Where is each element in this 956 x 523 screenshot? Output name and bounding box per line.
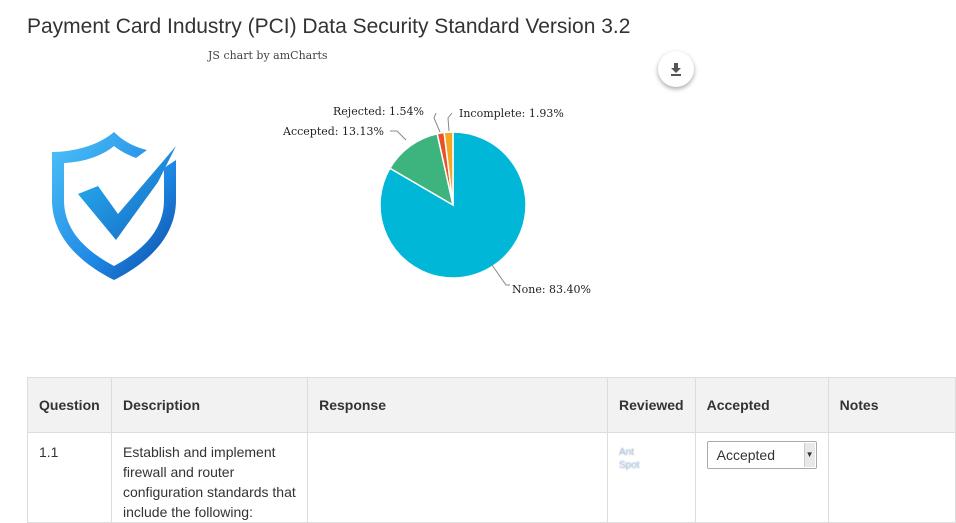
col-accepted: Accepted	[694, 377, 829, 433]
col-notes: Notes	[827, 377, 956, 433]
cell-response[interactable]	[307, 432, 609, 523]
label-rejected: Rejected: 1.54%	[333, 105, 424, 118]
label-accepted: Accepted: 13.13%	[282, 125, 384, 138]
page-title: Payment Card Industry (PCI) Data Securit…	[27, 15, 631, 38]
download-icon	[671, 63, 681, 76]
chart-credit-link[interactable]: JS chart by amCharts	[208, 49, 328, 62]
cell-description: Establish and implement firewall and rou…	[110, 432, 309, 523]
col-question: Question	[27, 377, 112, 433]
shield-check-icon	[52, 132, 176, 280]
cell-accepted: Accepted ▼	[694, 432, 829, 523]
cell-question: 1.1	[27, 432, 112, 523]
accepted-select[interactable]: Accepted ▼	[706, 441, 817, 469]
pie-chart: Rejected: 1.54% Incomplete: 1.93% Accept…	[270, 95, 630, 320]
pie-chart-svg: Rejected: 1.54% Incomplete: 1.93% Accept…	[282, 105, 591, 296]
col-reviewed: Reviewed	[607, 377, 696, 433]
col-response: Response	[307, 377, 609, 433]
cell-reviewed: Ant Spot	[607, 432, 696, 523]
label-none: None: 83.40%	[512, 283, 591, 296]
shield-logo	[48, 130, 178, 287]
requirements-table: Question Description Response Reviewed A…	[27, 377, 956, 523]
chevron-down-icon[interactable]: ▼	[803, 443, 815, 467]
col-description: Description	[110, 377, 309, 433]
chart-export-button[interactable]	[658, 51, 694, 87]
reviewer-name: Ant Spot	[619, 447, 640, 471]
table-row: 1.1 Establish and implement firewall and…	[27, 432, 956, 523]
cell-notes[interactable]	[827, 432, 956, 523]
accepted-select-value: Accepted	[716, 447, 775, 463]
label-incomplete: Incomplete: 1.93%	[459, 107, 564, 120]
